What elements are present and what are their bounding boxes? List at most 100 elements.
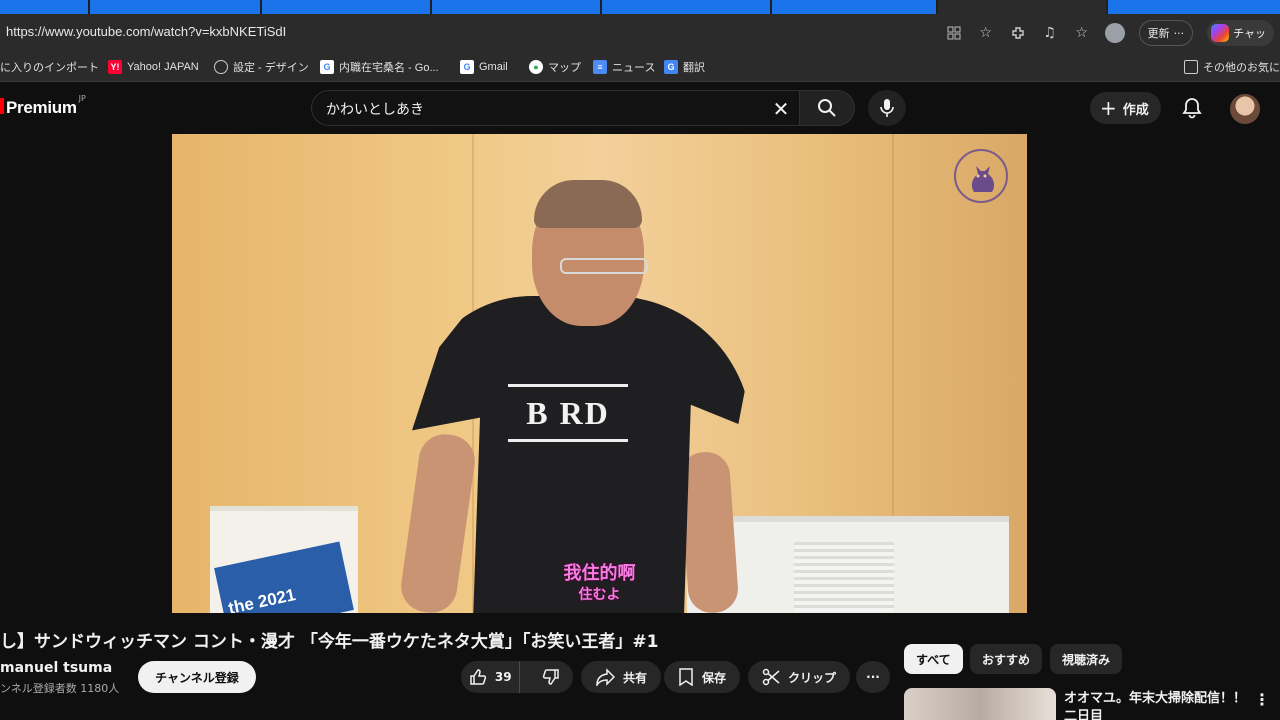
channel-name[interactable]: manuel tsuma bbox=[0, 660, 112, 676]
recommendation-thumbnail[interactable] bbox=[904, 688, 1056, 720]
browser-tab[interactable] bbox=[432, 0, 600, 14]
bookmark-label: その他のお気に入 bbox=[1203, 62, 1280, 74]
bookmark-label: Yahoo! JAPAN bbox=[127, 61, 199, 73]
save-button[interactable]: 保存 bbox=[664, 661, 741, 693]
clip-label: クリップ bbox=[788, 670, 837, 685]
thumbs-down-icon bbox=[542, 669, 559, 685]
video-title: し】サンドウィッチマン コント・漫才 「今年一番ウケたネタ大賞」「お笑い王者」#… bbox=[0, 632, 659, 652]
channel-watermark-icon bbox=[954, 149, 1008, 203]
bookmark-label: Gmail bbox=[479, 61, 508, 73]
browser-tab[interactable] bbox=[1108, 0, 1280, 14]
shirt-logo: B RD bbox=[508, 384, 628, 442]
more-icon: ··· bbox=[866, 670, 880, 684]
bookmark-yahoo[interactable]: Y! Yahoo! JAPAN bbox=[108, 58, 199, 76]
bookmark-import-favorites[interactable]: に入りのインポート bbox=[0, 58, 99, 76]
bookmark-label: 設定 - デザイン bbox=[233, 62, 309, 74]
bell-icon bbox=[1182, 98, 1202, 119]
favorite-star-icon[interactable]: ☆ bbox=[977, 24, 995, 42]
update-button[interactable]: 更新 ··· bbox=[1138, 20, 1194, 46]
more-icon: ··· bbox=[1173, 26, 1185, 40]
share-icon bbox=[596, 668, 615, 686]
bookmark-settings-design[interactable]: 設定 - デザイン bbox=[214, 58, 309, 76]
bookmark-label: 翻訳 bbox=[683, 62, 705, 74]
filter-chip-all[interactable]: すべて bbox=[904, 644, 963, 674]
bookmark-other-favorites[interactable]: その他のお気に入 bbox=[1184, 58, 1280, 76]
copilot-icon bbox=[1211, 24, 1230, 42]
save-label: 保存 bbox=[702, 670, 727, 685]
browser-tab[interactable] bbox=[602, 0, 770, 14]
dislike-button[interactable] bbox=[528, 661, 573, 693]
bookmark-translate[interactable]: G 翻訳 bbox=[664, 58, 705, 76]
copilot-button[interactable]: チャッ bbox=[1207, 20, 1274, 46]
globe-icon bbox=[214, 60, 228, 74]
search-query: かわいとしあき bbox=[326, 102, 424, 118]
youtube-header: Premium JP かわいとしあき ✕ + 作成 bbox=[0, 82, 1280, 134]
filter-chip-recommended[interactable]: おすすめ bbox=[970, 644, 1043, 674]
browser-tab-strip bbox=[0, 0, 1280, 14]
microphone-icon bbox=[880, 99, 894, 117]
youtube-premium-logo[interactable]: Premium JP bbox=[0, 94, 86, 118]
translate-icon: G bbox=[664, 60, 678, 74]
bookmark-news[interactable]: ≡ ニュース bbox=[593, 58, 655, 76]
more-actions-button[interactable]: ··· bbox=[856, 661, 890, 693]
bookmark-label: マップ bbox=[548, 62, 581, 74]
filter-chip-watched[interactable]: 視聴済み bbox=[1050, 644, 1123, 674]
search-input[interactable]: かわいとしあき ✕ bbox=[311, 90, 799, 126]
logo-text: Premium bbox=[6, 98, 77, 117]
channel-subscriber-count: ンネル登録者数 1180人 bbox=[0, 682, 120, 695]
address-bar: https://www.youtube.com/watch?v=kxbNKETi… bbox=[0, 14, 1280, 52]
bookmark-icon bbox=[679, 668, 693, 686]
like-dislike-group: 39 bbox=[461, 661, 573, 693]
clip-button[interactable]: クリップ bbox=[748, 661, 851, 693]
google-icon: G bbox=[320, 60, 334, 74]
subtitle-chinese: 我住的啊 bbox=[563, 563, 636, 584]
media-control-icon[interactable]: ♫ bbox=[1041, 24, 1059, 42]
like-count: 39 bbox=[494, 670, 512, 684]
account-avatar[interactable] bbox=[1230, 94, 1260, 124]
favorites-icon[interactable]: ☆ bbox=[1073, 24, 1091, 42]
search-icon bbox=[818, 99, 836, 117]
bookmark-maps[interactable]: ● マップ bbox=[529, 58, 581, 76]
browser-tab[interactable] bbox=[772, 0, 936, 14]
profile-icon[interactable] bbox=[1104, 23, 1125, 43]
maps-icon: ● bbox=[529, 60, 543, 74]
scissors-icon bbox=[762, 668, 780, 686]
voice-search-button[interactable] bbox=[868, 90, 906, 126]
subtitle-japanese: 住むよ bbox=[578, 587, 621, 603]
app-available-icon[interactable] bbox=[945, 24, 963, 42]
browser-tab[interactable] bbox=[0, 0, 88, 14]
browser-tab[interactable] bbox=[262, 0, 430, 14]
like-button[interactable]: 39 bbox=[461, 661, 521, 693]
thumbs-up-icon bbox=[470, 669, 486, 685]
news-icon: ≡ bbox=[593, 60, 607, 74]
bookmark-label: 内職在宅桑名 - Go... bbox=[339, 62, 439, 74]
recommendation-more-icon[interactable]: ⋮ bbox=[1252, 690, 1272, 710]
video-player[interactable]: the 2021 B RD 我住的啊 住むよ bbox=[172, 134, 1027, 613]
folder-icon bbox=[1184, 60, 1198, 74]
extensions-icon[interactable] bbox=[1009, 24, 1027, 42]
update-label: 更新 bbox=[1147, 27, 1170, 40]
copilot-label: チャッ bbox=[1233, 27, 1266, 40]
page-bottom-strip bbox=[0, 707, 890, 720]
plus-icon: + bbox=[1100, 96, 1117, 120]
google-icon: G bbox=[460, 60, 474, 74]
bookmark-label: に入りのインポート bbox=[0, 62, 99, 74]
share-button[interactable]: 共有 bbox=[581, 661, 662, 693]
bookmark-google-search[interactable]: G 内職在宅桑名 - Go... bbox=[320, 58, 439, 76]
search-button[interactable] bbox=[799, 90, 855, 126]
url-field[interactable]: https://www.youtube.com/watch?v=kxbNKETi… bbox=[6, 24, 286, 39]
performer-hair bbox=[534, 180, 642, 228]
yahoo-icon: Y! bbox=[108, 60, 122, 74]
notifications-button[interactable] bbox=[1180, 96, 1204, 120]
subscribe-button[interactable]: チャンネル登録 bbox=[138, 661, 256, 693]
performer-glasses bbox=[560, 258, 648, 274]
bookmark-label: ニュース bbox=[612, 62, 656, 74]
create-label: 作成 bbox=[1122, 102, 1149, 118]
create-button[interactable]: + 作成 bbox=[1090, 92, 1161, 124]
logo-region: JP bbox=[78, 94, 86, 103]
browser-tab[interactable] bbox=[90, 0, 260, 14]
recommendation-title[interactable]: オオマユ。年末大掃除配信！！ 二日目 bbox=[1064, 690, 1254, 720]
clear-search-icon[interactable]: ✕ bbox=[769, 97, 793, 121]
browser-tab-active[interactable] bbox=[938, 0, 1106, 14]
bookmark-gmail[interactable]: G Gmail bbox=[460, 58, 508, 76]
